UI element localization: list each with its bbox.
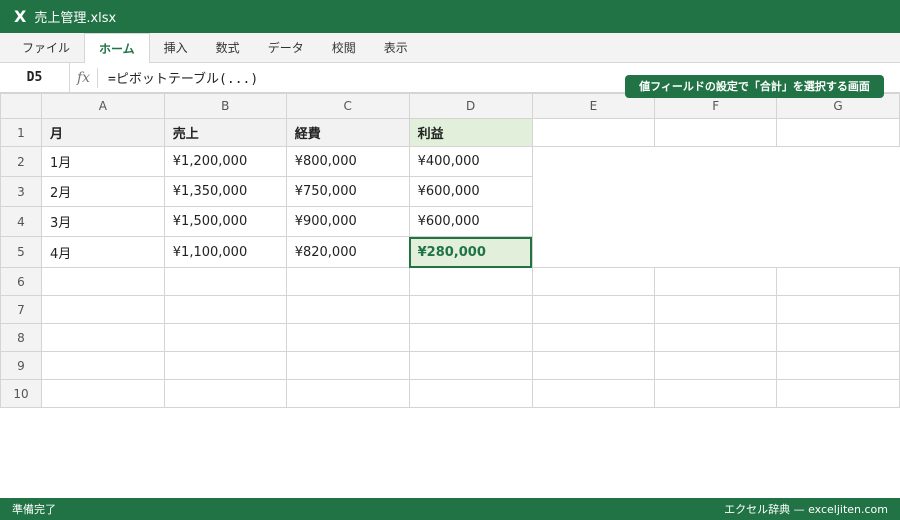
row-header-7[interactable]: 7 bbox=[0, 295, 42, 324]
excel-icon: X bbox=[14, 7, 27, 26]
cell-f8[interactable] bbox=[654, 323, 778, 352]
cell-c6[interactable] bbox=[285, 267, 410, 296]
name-box[interactable]: D5 bbox=[0, 62, 70, 93]
cell-d9[interactable] bbox=[408, 351, 533, 380]
formula-input[interactable]: =ピボットテーブル(...) bbox=[98, 68, 258, 87]
cell-b5[interactable]: ¥1,100,000 bbox=[163, 236, 287, 268]
title-bar: X 売上管理.xlsx bbox=[0, 0, 900, 33]
cell-c10[interactable] bbox=[285, 379, 410, 408]
cell-f7[interactable] bbox=[654, 295, 778, 324]
cell-a2[interactable]: 1月 bbox=[40, 146, 165, 177]
column-header-c[interactable]: C bbox=[285, 93, 410, 119]
cell-c1[interactable]: 経費 bbox=[285, 118, 410, 147]
cell-b7[interactable] bbox=[163, 295, 287, 324]
cell-c5[interactable]: ¥820,000 bbox=[285, 236, 410, 268]
cell-b10[interactable] bbox=[163, 379, 287, 408]
cell-a4[interactable]: 3月 bbox=[40, 206, 165, 237]
cell-b8[interactable] bbox=[163, 323, 287, 352]
row-header-2[interactable]: 2 bbox=[0, 146, 42, 177]
tab-review[interactable]: 校閲 bbox=[318, 33, 370, 63]
cell-d6[interactable] bbox=[408, 267, 533, 296]
cell-g10[interactable] bbox=[776, 379, 900, 408]
cell-d10[interactable] bbox=[408, 379, 533, 408]
cell-c7[interactable] bbox=[285, 295, 410, 324]
cell-g6[interactable] bbox=[776, 267, 900, 296]
cell-a10[interactable] bbox=[40, 379, 165, 408]
status-ready: 準備完了 bbox=[12, 503, 56, 516]
row-header-10[interactable]: 10 bbox=[0, 379, 42, 408]
cell-a9[interactable] bbox=[40, 351, 165, 380]
fx-icon[interactable]: fx bbox=[70, 67, 98, 88]
cell-b1[interactable]: 売上 bbox=[163, 118, 287, 147]
cell-d1[interactable]: 利益 bbox=[408, 118, 533, 147]
cell-c8[interactable] bbox=[285, 323, 410, 352]
cell-a5[interactable]: 4月 bbox=[40, 236, 165, 268]
row-header-9[interactable]: 9 bbox=[0, 351, 42, 380]
row-header-5[interactable]: 5 bbox=[0, 236, 42, 268]
cell-g7[interactable] bbox=[776, 295, 900, 324]
cell-e1[interactable] bbox=[531, 118, 656, 147]
row-header-1[interactable]: 1 bbox=[0, 118, 42, 147]
cell-a3[interactable]: 2月 bbox=[40, 176, 165, 207]
tab-view[interactable]: 表示 bbox=[370, 33, 422, 63]
tab-data[interactable]: データ bbox=[254, 33, 318, 63]
cell-c2[interactable]: ¥800,000 bbox=[285, 146, 410, 177]
cell-f1[interactable] bbox=[654, 118, 778, 147]
ribbon-tabs: ファイル ホーム 挿入 数式 データ 校閲 表示 bbox=[0, 33, 900, 64]
cell-d8[interactable] bbox=[408, 323, 533, 352]
row-header-8[interactable]: 8 bbox=[0, 323, 42, 352]
cell-d4[interactable]: ¥600,000 bbox=[408, 206, 533, 237]
row-header-6[interactable]: 6 bbox=[0, 267, 42, 296]
cell-c4[interactable]: ¥900,000 bbox=[285, 206, 410, 237]
cell-d3[interactable]: ¥600,000 bbox=[408, 176, 533, 207]
cell-a1[interactable]: 月 bbox=[40, 118, 165, 147]
cell-b6[interactable] bbox=[163, 267, 287, 296]
cell-f6[interactable] bbox=[654, 267, 778, 296]
cell-c9[interactable] bbox=[285, 351, 410, 380]
tab-file[interactable]: ファイル bbox=[8, 33, 84, 63]
cell-g1[interactable] bbox=[776, 118, 900, 147]
cell-e7[interactable] bbox=[531, 295, 656, 324]
tab-home[interactable]: ホーム bbox=[84, 33, 150, 64]
column-header-b[interactable]: B bbox=[163, 93, 287, 119]
cell-b2[interactable]: ¥1,200,000 bbox=[163, 146, 287, 177]
cell-c3[interactable]: ¥750,000 bbox=[285, 176, 410, 207]
cell-d7[interactable] bbox=[408, 295, 533, 324]
spreadsheet-grid: A B C D E F G 1 月 売上 経費 利益 2 1月 ¥1,200,0… bbox=[0, 93, 900, 408]
cell-f10[interactable] bbox=[654, 379, 778, 408]
select-all-corner[interactable] bbox=[0, 93, 42, 119]
cell-e10[interactable] bbox=[531, 379, 656, 408]
cell-d5-selected[interactable]: ¥280,000 bbox=[408, 236, 533, 268]
window-title: 売上管理.xlsx bbox=[34, 11, 117, 26]
tab-insert[interactable]: 挿入 bbox=[150, 33, 202, 63]
site-credit: エクセル辞典 — exceljiten.com bbox=[724, 503, 888, 516]
cell-d2[interactable]: ¥400,000 bbox=[408, 146, 533, 177]
cell-a6[interactable] bbox=[40, 267, 165, 296]
callout-badge: 値フィールドの設定で「合計」を選択する画面 bbox=[625, 75, 884, 98]
status-bar: 準備完了 エクセル辞典 — exceljiten.com bbox=[0, 498, 900, 520]
cell-f9[interactable] bbox=[654, 351, 778, 380]
tab-formulas[interactable]: 数式 bbox=[202, 33, 254, 63]
column-header-a[interactable]: A bbox=[40, 93, 165, 119]
cell-g9[interactable] bbox=[776, 351, 900, 380]
row-header-3[interactable]: 3 bbox=[0, 176, 42, 207]
cell-a8[interactable] bbox=[40, 323, 165, 352]
cell-b3[interactable]: ¥1,350,000 bbox=[163, 176, 287, 207]
cell-e8[interactable] bbox=[531, 323, 656, 352]
cell-a7[interactable] bbox=[40, 295, 165, 324]
column-header-d[interactable]: D bbox=[408, 93, 533, 119]
blank-area bbox=[532, 146, 900, 268]
cell-g8[interactable] bbox=[776, 323, 900, 352]
cell-e6[interactable] bbox=[531, 267, 656, 296]
row-header-4[interactable]: 4 bbox=[0, 206, 42, 237]
cell-b9[interactable] bbox=[163, 351, 287, 380]
cell-b4[interactable]: ¥1,500,000 bbox=[163, 206, 287, 237]
cell-e9[interactable] bbox=[531, 351, 656, 380]
